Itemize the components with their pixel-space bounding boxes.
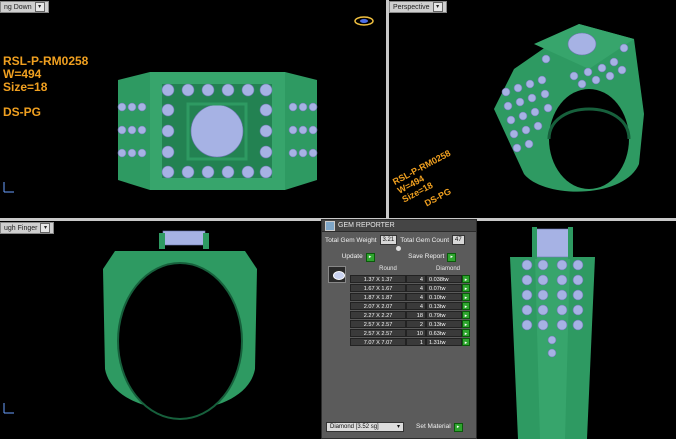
gem-count-cell: 4	[406, 302, 426, 310]
total-gem-count-label: Total Gem Count	[400, 236, 450, 244]
viewport-label-front[interactable]: ugh Finger ▾	[0, 222, 55, 234]
total-gem-weight-label: Total Gem Weight	[325, 236, 377, 244]
material-select-value: Diamond [3.52 sg]	[330, 423, 379, 431]
column-header-shape: Round	[379, 266, 397, 272]
update-button[interactable]: Update ▸	[341, 252, 375, 262]
material-bar: Diamond [3.52 sg] ▾ Set Material ▸	[326, 422, 472, 432]
ring-info-label-perspective: RSL-P-RM0258 W=494 Size=18 DS-PG	[391, 148, 468, 217]
gem-size-cell: 1.67 X 1.67	[350, 284, 406, 292]
gem-count-cell: 2	[406, 320, 426, 328]
ring-type: DS-PG	[3, 105, 42, 119]
chevron-down-icon: ▾	[396, 424, 400, 430]
total-gem-weight-value: 3.21	[379, 235, 398, 245]
side-viewport[interactable]	[477, 221, 676, 439]
gem-size-cell: 2.57 X 2.57	[350, 329, 406, 337]
gem-size-cell: 2.57 X 2.57	[350, 320, 406, 328]
gem-reporter-title: GEM REPORTER	[338, 222, 395, 229]
row-select-icon[interactable]: ▸	[462, 275, 470, 283]
scroll-dot-icon	[396, 246, 401, 251]
ring-top-render[interactable]	[110, 62, 325, 197]
column-header-material: Diamond	[435, 266, 460, 272]
gem-size-cell: 2.27 X 2.27	[350, 311, 406, 319]
gem-size-cell: 1.37 X 1.37	[350, 275, 406, 283]
gem-ctw-cell: 1.31tw	[426, 338, 462, 346]
gem-ctw-cell: 0.07tw	[426, 284, 462, 292]
row-select-icon[interactable]: ▸	[462, 329, 470, 337]
top-down-viewport[interactable]: ng Down ▾ RSL-P-RM0258 W=494 Size=18 DS-P…	[0, 0, 386, 218]
gem-ctw-cell: 0.13tw	[426, 302, 462, 310]
total-gem-count-value: 47	[452, 235, 465, 245]
ring-front-render[interactable]	[95, 229, 265, 434]
ring-info-label-top: RSL-P-RM0258 W=494 Size=18 DS-PG	[3, 55, 88, 119]
go-arrow-icon[interactable]: ▸	[447, 252, 457, 262]
go-arrow-icon[interactable]: ▸	[453, 422, 463, 432]
row-select-icon[interactable]: ▸	[462, 338, 470, 346]
viewport-label-front-text: ugh Finger	[4, 224, 38, 232]
gem-table-row[interactable]: 7.07 X 7.07 1 1.31tw ▸	[350, 338, 470, 346]
dropdown-arrow-icon[interactable]: ▾	[34, 2, 45, 12]
gem-count-cell: 4	[406, 275, 426, 283]
gem-table-row[interactable]: 2.07 X 2.07 4 0.13tw ▸	[350, 302, 470, 310]
material-select[interactable]: Diamond [3.52 sg] ▾	[326, 422, 404, 432]
dropdown-arrow-icon[interactable]: ▾	[432, 2, 443, 12]
gem-reporter-panel[interactable]: GEM REPORTER Total Gem Weight 3.21 Total…	[321, 219, 477, 439]
set-material-button[interactable]: Set Material ▸	[416, 422, 463, 432]
set-material-label: Set Material	[416, 422, 451, 430]
gem-table-row[interactable]: 2.57 X 2.57 10 0.63tw ▸	[350, 329, 470, 337]
gem-table-header: Round Diamond	[350, 266, 470, 274]
axis-gizmo-icon	[3, 182, 14, 193]
gem-totals-row: Total Gem Weight 3.21 Total Gem Count 47	[325, 235, 473, 245]
compass-icon	[354, 16, 374, 26]
gem-count-cell: 10	[406, 329, 426, 337]
perspective-viewport[interactable]: Perspective ▾ RSL-P-RM0258 W=494 Size=18 …	[389, 0, 676, 218]
viewport-label-perspective-text: Perspective	[393, 3, 430, 11]
row-select-icon[interactable]: ▸	[462, 293, 470, 301]
gem-table-row[interactable]: 1.87 X 1.87 4 0.10tw ▸	[350, 293, 470, 301]
gem-count-cell: 4	[406, 293, 426, 301]
gem-size-cell: 7.07 X 7.07	[350, 338, 406, 346]
through-finger-viewport[interactable]: ugh Finger ▾	[0, 221, 320, 439]
gem-ctw-cell: 0.79tw	[426, 311, 462, 319]
gem-ctw-cell: 0.10tw	[426, 293, 462, 301]
gem-ctw-cell: 0.63tw	[426, 329, 462, 337]
ring-perspective-render[interactable]	[484, 14, 649, 200]
gem-count-cell: 4	[406, 284, 426, 292]
gem-size-cell: 2.07 X 2.07	[350, 302, 406, 310]
save-report-button-label: Save Report	[408, 252, 445, 260]
gem-reporter-titlebar[interactable]: GEM REPORTER	[322, 220, 476, 232]
row-select-icon[interactable]: ▸	[462, 311, 470, 319]
dropdown-arrow-icon[interactable]: ▾	[40, 223, 51, 233]
ring-size: Size=18	[3, 80, 48, 94]
row-select-icon[interactable]: ▸	[462, 320, 470, 328]
gem-table-row[interactable]: 1.67 X 1.67 4 0.07tw ▸	[350, 284, 470, 292]
save-report-button[interactable]: Save Report ▸	[408, 252, 457, 262]
gem-table-row[interactable]: 2.27 X 2.27 18 0.79tw ▸	[350, 311, 470, 319]
gem-table-row[interactable]: 2.57 X 2.57 2 0.13tw ▸	[350, 320, 470, 328]
axis-gizmo-icon	[3, 403, 14, 414]
gem-ctw-cell: 0.038tw	[426, 275, 462, 283]
update-button-label: Update	[341, 252, 363, 260]
row-select-icon[interactable]: ▸	[462, 284, 470, 292]
round-gem-icon	[333, 271, 345, 280]
row-select-icon[interactable]: ▸	[462, 302, 470, 310]
viewport-label-perspective[interactable]: Perspective ▾	[389, 1, 447, 13]
gem-size-cell: 1.87 X 1.87	[350, 293, 406, 301]
gem-thumbnail[interactable]	[328, 266, 346, 283]
ring-side-render[interactable]	[505, 225, 600, 439]
viewport-label-top[interactable]: ng Down ▾	[0, 1, 49, 13]
gem-table-row[interactable]: 1.37 X 1.37 4 0.038tw ▸	[350, 275, 470, 283]
gem-reporter-icon	[325, 220, 335, 231]
gem-actions-row: Update ▸ Save Report ▸	[325, 252, 473, 262]
gem-ctw-cell: 0.13tw	[426, 320, 462, 328]
gem-count-cell: 1	[406, 338, 426, 346]
viewport-label-top-text: ng Down	[4, 3, 32, 11]
material-name: Diamond	[330, 424, 355, 430]
gem-count-cell: 18	[406, 311, 426, 319]
material-sg: [3.52 sg]	[355, 424, 379, 430]
go-arrow-icon[interactable]: ▸	[365, 252, 375, 262]
